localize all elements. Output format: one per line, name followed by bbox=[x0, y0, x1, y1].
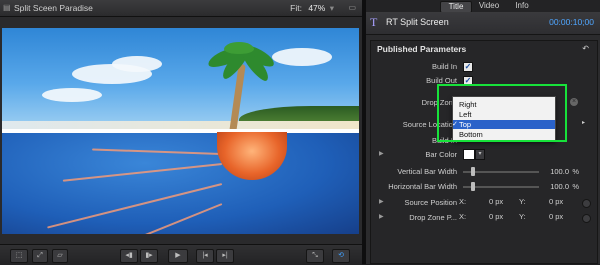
previous-frame-button[interactable]: ◂▮ bbox=[120, 249, 138, 263]
disclosure-icon[interactable]: ▶ bbox=[379, 213, 384, 220]
param-build-in: Build In ✓ bbox=[371, 61, 597, 73]
viewer-title-bar: ▤ Split Sceen Paradise Fit: 47% ▾ ▭ bbox=[0, 0, 362, 17]
go-to-end-button[interactable]: ▸| bbox=[216, 249, 234, 263]
drop-zone-p-label: Drop Zone P... bbox=[409, 213, 457, 222]
published-parameters-section: Published Parameters ↶ Build In ✓ Build … bbox=[370, 40, 598, 264]
source-position-label: Source Position bbox=[404, 198, 457, 207]
build-in-checkbox[interactable]: ✓ bbox=[463, 62, 473, 72]
y-label: Y: bbox=[519, 212, 526, 221]
tab-info[interactable]: Info bbox=[508, 1, 536, 11]
viewer-menu-icon[interactable]: ▤ bbox=[3, 3, 11, 12]
x-label: X: bbox=[459, 212, 467, 221]
jellyfish-image bbox=[2, 133, 359, 234]
drop-zone-y-value[interactable]: 0 px bbox=[549, 212, 563, 221]
color-picker-dropdown-icon[interactable]: ▾ bbox=[475, 149, 485, 160]
param-horizontal-bar-width: Horizontal Bar Width 100.0 % bbox=[371, 181, 597, 193]
bar-color-swatch[interactable] bbox=[463, 149, 475, 160]
fit-zoom-control[interactable]: Fit: 47% ▾ bbox=[290, 3, 334, 14]
vertical-bar-width-label: Vertical Bar Width bbox=[397, 167, 457, 176]
timecode: 00:00:10;00 bbox=[549, 17, 594, 27]
next-frame-button[interactable]: ▮▸ bbox=[140, 249, 158, 263]
disclosure-icon[interactable]: ▶ bbox=[379, 198, 384, 205]
section-title: Published Parameters bbox=[377, 44, 467, 54]
fit-label: Fit: bbox=[290, 3, 302, 13]
highlight-annotation bbox=[437, 84, 567, 142]
keyframe-button[interactable] bbox=[582, 199, 591, 208]
percent-unit: % bbox=[572, 182, 579, 191]
source-y-value[interactable]: 0 px bbox=[549, 197, 563, 206]
keyframe-button[interactable] bbox=[582, 214, 591, 223]
reset-icon[interactable]: ↶ bbox=[582, 44, 589, 53]
vertical-bar-width-slider[interactable] bbox=[463, 167, 539, 176]
percent-unit: % bbox=[572, 167, 579, 176]
viewer-overlay-button[interactable]: ⬚ bbox=[10, 249, 28, 263]
effect-name: RT Split Screen bbox=[386, 17, 449, 27]
bar-color-label: Bar Color bbox=[425, 150, 457, 159]
param-source-position: ▶ Source Position X: 0 px Y: 0 px bbox=[371, 197, 597, 209]
viewer-transport-bar: ⬚ ⤢ ▱ ◂▮ ▮▸ ▶ |◂ ▸| ⤡ ⟲ bbox=[0, 244, 362, 265]
param-vertical-bar-width: Vertical Bar Width 100.0 % bbox=[371, 166, 597, 178]
viewer-panel: ▤ Split Sceen Paradise Fit: 47% ▾ ▭ ⬚ ⤢ … bbox=[0, 0, 362, 265]
fullscreen-button[interactable]: ⤡ bbox=[306, 249, 324, 263]
horizontal-bar-width-slider[interactable] bbox=[463, 182, 539, 191]
param-bar-color: ▶ Bar Color ▾ bbox=[371, 149, 597, 161]
project-title: Split Sceen Paradise bbox=[14, 3, 93, 13]
tab-video[interactable]: Video bbox=[474, 1, 504, 11]
fit-value: 47% bbox=[308, 3, 326, 13]
y-label: Y: bbox=[519, 197, 526, 206]
fit-dropdown-icon: ▾ bbox=[329, 3, 334, 13]
horizontal-bar-width-label: Horizontal Bar Width bbox=[388, 182, 457, 191]
param-drop-zone-position: ▶ Drop Zone P... X: 0 px Y: 0 px bbox=[371, 212, 597, 224]
viewer-options-icon[interactable]: ▭ bbox=[348, 3, 356, 12]
build-in-label: Build In bbox=[431, 62, 457, 71]
disclosure-icon[interactable]: ▶ bbox=[379, 150, 384, 157]
clear-icon[interactable]: × bbox=[570, 98, 578, 106]
x-label: X: bbox=[459, 197, 467, 206]
source-x-value[interactable]: 0 px bbox=[489, 197, 503, 206]
transform-button[interactable]: ⤢ bbox=[32, 249, 48, 263]
menu-arrow-icon: ▸ bbox=[582, 120, 586, 126]
horizontal-bar-width-value[interactable]: 100.0 bbox=[550, 182, 569, 191]
video-frame[interactable] bbox=[2, 28, 359, 234]
beach-image bbox=[2, 28, 359, 133]
play-button[interactable]: ▶ bbox=[168, 249, 188, 263]
inspector-header: T RT Split Screen 00:00:10;00 bbox=[366, 12, 600, 35]
go-to-start-button[interactable]: |◂ bbox=[196, 249, 214, 263]
drop-zone-x-value[interactable]: 0 px bbox=[489, 212, 503, 221]
crop-button[interactable]: ▱ bbox=[52, 249, 68, 263]
loop-button[interactable]: ⟲ bbox=[332, 249, 350, 263]
title-generator-icon: T bbox=[370, 15, 378, 29]
vertical-bar-width-value[interactable]: 100.0 bbox=[550, 167, 569, 176]
